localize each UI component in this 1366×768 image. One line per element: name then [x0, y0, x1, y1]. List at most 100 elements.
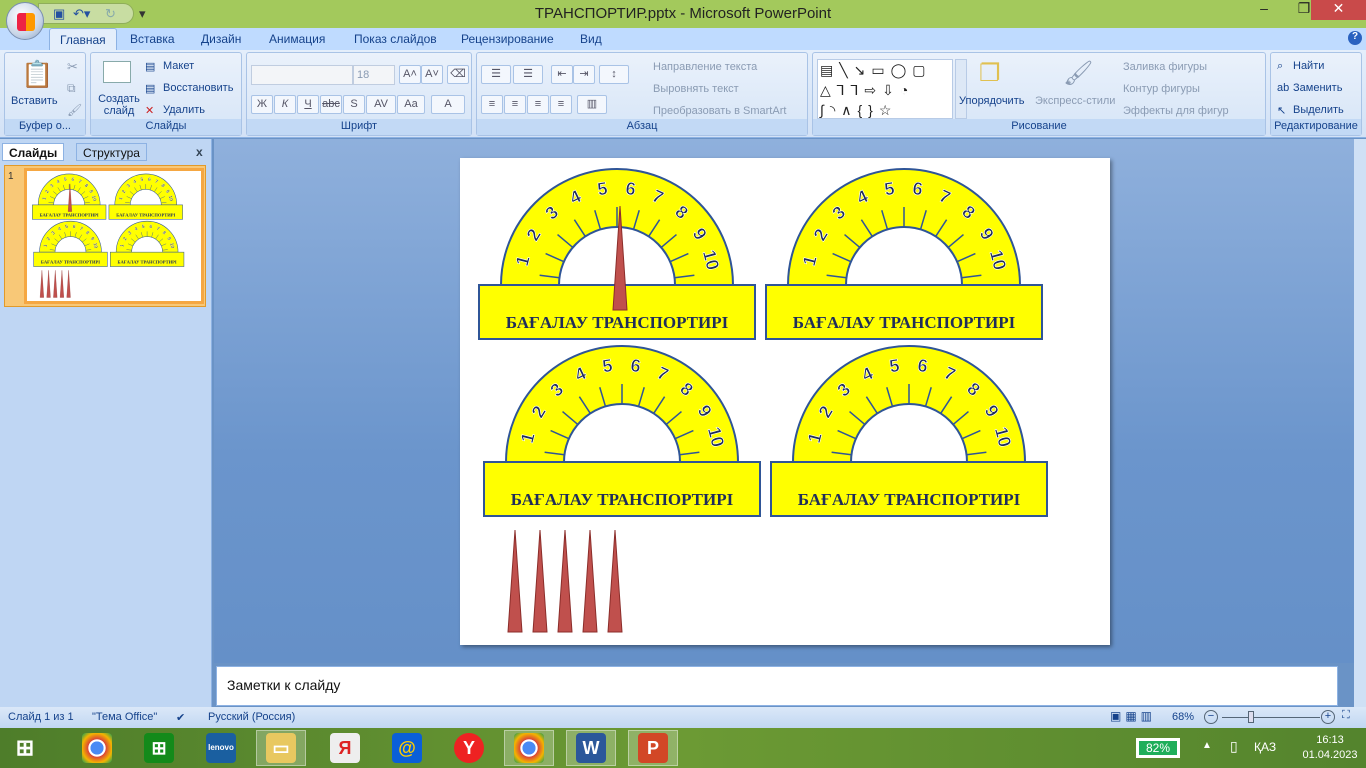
view-buttons[interactable]: ▣▦▥ — [1110, 709, 1156, 723]
taskbar-yandex[interactable]: Y — [444, 730, 494, 766]
slide-thumbnail[interactable]: 1 2 3 4 5 6 7 8 9 10 БАҒАЛАУ ТРАНСПОРТИРІ 1 2 3 4 5 6 7 8 9… — [24, 168, 204, 304]
taskbar-powerpoint[interactable]: P — [628, 730, 678, 766]
taskbar-chrome-profile[interactable] — [504, 730, 554, 766]
change-case-button[interactable]: Aa — [397, 95, 425, 114]
align-text-button[interactable]: Выровнять текст — [653, 83, 739, 95]
taskbar-store[interactable]: ⊞ — [134, 730, 184, 766]
tab-view[interactable]: Вид — [580, 32, 602, 46]
clock[interactable]: 16:13 01.04.2023 — [1300, 733, 1360, 763]
new-slide-icon — [103, 61, 131, 83]
slide-canvas[interactable]: 1 2 3 4 5 6 7 8 9 10 БАҒАЛАУ ТРАНСПОРТИРІ 1 2 3 4 5 6 7 8 9… — [460, 158, 1110, 645]
paste-button[interactable]: Вставить — [11, 95, 58, 107]
undo-icon[interactable]: ↶▾ — [73, 6, 90, 22]
bullets-icon[interactable]: ☰ — [481, 65, 511, 84]
underline-button[interactable]: Ч — [297, 95, 319, 114]
increase-indent-icon[interactable]: ⇥ — [573, 65, 595, 84]
quick-styles-button[interactable]: Экспресс-стили — [1035, 95, 1115, 107]
line-spacing-icon[interactable]: ↕ — [599, 65, 629, 84]
text-direction-button[interactable]: Направление текста — [653, 61, 757, 73]
gallery-scroll[interactable] — [955, 59, 967, 119]
clear-format-icon[interactable]: ⌫ — [447, 65, 469, 84]
align-center-icon[interactable]: ≡ — [504, 95, 526, 114]
zoom-in-button[interactable]: + — [1321, 710, 1335, 724]
shadow-button[interactable]: S — [343, 95, 365, 114]
find-button[interactable]: Найти — [1293, 60, 1324, 72]
show-hidden-icons[interactable]: ▲ — [1202, 740, 1212, 751]
smartart-button[interactable]: Преобразовать в SmartArt — [653, 105, 786, 117]
tab-review[interactable]: Рецензирование — [461, 32, 554, 46]
align-left-icon[interactable]: ≡ — [481, 95, 503, 114]
numbering-icon[interactable]: ☰ — [513, 65, 543, 84]
cut-icon[interactable]: ✂ — [67, 59, 78, 75]
vertical-scrollbar[interactable] — [1354, 139, 1366, 707]
italic-button[interactable]: К — [274, 95, 296, 114]
font-size-select[interactable]: 18 — [353, 65, 395, 85]
save-icon[interactable]: ▣ — [53, 6, 65, 22]
group-clipboard: 📋 Вставить ✂ ⧉ 🖌 Буфер о... — [4, 52, 86, 136]
fit-slide-button[interactable]: ⛶ — [1342, 709, 1350, 722]
taskbar-mail[interactable]: @ — [382, 730, 432, 766]
redo-icon[interactable]: ↻ — [105, 6, 116, 22]
tab-outline[interactable]: Структура — [76, 143, 147, 161]
tab-home[interactable]: Главная — [49, 28, 117, 51]
spellcheck-icon[interactable]: ✔ — [176, 711, 185, 724]
close-button[interactable]: ✕ — [1311, 0, 1366, 20]
reset-button[interactable]: Восстановить — [163, 82, 233, 94]
tab-design[interactable]: Дизайн — [201, 32, 241, 46]
taskbar-yandex-browser[interactable]: Я — [320, 730, 370, 766]
new-slide-button[interactable]: Создать слайд — [96, 93, 142, 117]
tab-slideshow[interactable]: Показ слайдов — [354, 32, 437, 46]
zoom-slider-thumb[interactable] — [1248, 711, 1254, 723]
office-button[interactable] — [6, 2, 44, 40]
protractor-label: БАҒАЛАУ ТРАНСПОРТИРІ — [506, 313, 729, 332]
strikethrough-button[interactable]: abc — [320, 95, 342, 114]
decrease-indent-icon[interactable]: ⇤ — [551, 65, 573, 84]
arrange-button[interactable]: Упорядочить — [959, 95, 1024, 107]
tab-animation[interactable]: Анимация — [269, 32, 325, 46]
customize-qat-icon[interactable]: ▾ — [139, 6, 146, 22]
zoom-out-button[interactable]: − — [1204, 710, 1218, 724]
format-painter-icon[interactable]: 🖌 — [67, 103, 82, 117]
tab-slides[interactable]: Слайды — [2, 143, 65, 161]
start-button[interactable]: ⊞ — [0, 730, 50, 766]
shapes-gallery[interactable]: ▤╲↘▭◯▢ △⅂⅂⇨⇩◔ ∫◝∧{}☆ — [817, 59, 953, 119]
taskbar-word[interactable]: W — [566, 730, 616, 766]
taskbar-explorer[interactable]: ▭ — [256, 730, 306, 766]
protractor-arc — [115, 221, 179, 253]
justify-icon[interactable]: ≡ — [550, 95, 572, 114]
notes-pane[interactable]: Заметки к слайду — [216, 666, 1338, 706]
zoom-level[interactable]: 68% — [1172, 711, 1194, 723]
language[interactable]: Русский (Россия) — [208, 711, 295, 723]
taskbar-chrome[interactable] — [72, 730, 122, 766]
grow-font-icon[interactable]: A˄ — [399, 65, 421, 84]
font-name-select[interactable] — [251, 65, 353, 85]
columns-icon[interactable]: ▥ — [577, 95, 607, 114]
shrink-font-icon[interactable]: A˅ — [421, 65, 443, 84]
taskbar-lenovo[interactable]: lenovo — [196, 730, 246, 766]
bold-button[interactable]: Ж — [251, 95, 273, 114]
protractor-label: БАҒАЛАУ ТРАНСПОРТИРІ — [118, 260, 177, 265]
protractor-label: БАҒАЛАУ ТРАНСПОРТИРІ — [798, 490, 1021, 509]
font-color-button[interactable]: A — [431, 95, 465, 114]
copy-icon[interactable]: ⧉ — [67, 81, 76, 96]
shape-fill-button[interactable]: Заливка фигуры — [1123, 61, 1207, 73]
minimize-button[interactable]: ‒ — [1250, 0, 1278, 20]
replace-icon: ab — [1277, 82, 1290, 94]
shape-effects-button[interactable]: Эффекты для фигур — [1123, 105, 1229, 117]
input-language[interactable]: ҚАЗ — [1254, 740, 1276, 754]
reset-icon: ▤ — [145, 83, 156, 95]
zoom-slider[interactable] — [1222, 717, 1320, 718]
close-panel-button[interactable]: x — [190, 143, 209, 161]
select-button[interactable]: Выделить — [1293, 104, 1344, 116]
delete-icon: ✕ — [145, 105, 155, 117]
tab-insert[interactable]: Вставка — [130, 32, 175, 46]
layout-button[interactable]: Макет — [163, 60, 194, 72]
delete-button[interactable]: Удалить — [163, 104, 205, 116]
battery-indicator[interactable]: 82% — [1136, 738, 1180, 758]
replace-button[interactable]: Заменить — [1293, 82, 1342, 94]
help-icon[interactable]: ? — [1348, 31, 1362, 45]
spacing-button[interactable]: AV — [366, 95, 396, 114]
shape-outline-button[interactable]: Контур фигуры — [1123, 83, 1200, 95]
power-icon[interactable]: ▯ — [1230, 738, 1238, 755]
align-right-icon[interactable]: ≡ — [527, 95, 549, 114]
